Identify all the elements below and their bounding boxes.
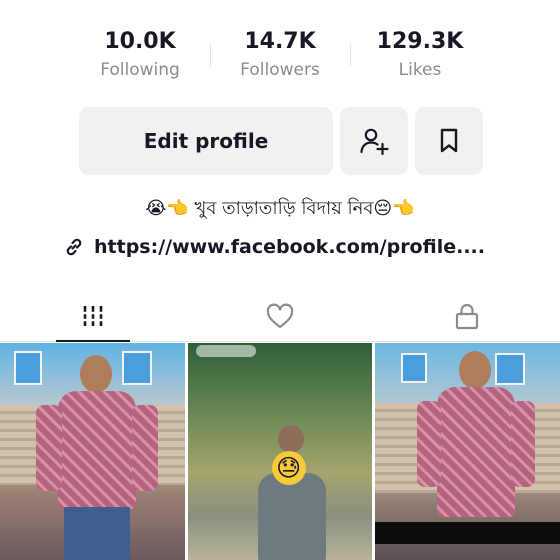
likes-stat[interactable]: 129.3K Likes [350, 28, 490, 88]
person-head [80, 355, 112, 393]
bookmark-icon [440, 128, 458, 153]
tab-videos[interactable] [0, 290, 187, 342]
favorites-button[interactable] [415, 107, 483, 175]
person-arm [132, 405, 158, 491]
followers-count: 14.7K [244, 29, 316, 54]
profile-tabs [0, 290, 560, 342]
thumbnail-badge [195, 345, 256, 357]
video-thumbnail[interactable] [0, 343, 185, 560]
add-person-icon [360, 128, 389, 156]
grid-bars-icon [81, 305, 105, 326]
tab-private[interactable] [373, 290, 560, 341]
profile-link-text: https://www.facebook.com/profile.... [94, 236, 485, 258]
followers-stat[interactable]: 14.7K Followers [210, 28, 350, 88]
person-jeans [64, 507, 130, 560]
likes-label: Likes [398, 60, 442, 80]
person-arm [511, 401, 536, 487]
link-icon [66, 238, 82, 256]
building-window [495, 353, 526, 385]
person-shirt [257, 473, 326, 560]
building-window [401, 353, 428, 383]
person-arm [417, 401, 442, 487]
profile-actions: Edit profile [79, 107, 483, 175]
following-label: Following [100, 60, 180, 80]
emoji-face: 😓 [271, 451, 306, 485]
followers-label: Followers [240, 60, 320, 80]
profile-link[interactable]: https://www.facebook.com/profile.... [64, 236, 485, 258]
likes-count: 129.3K [376, 29, 464, 54]
person-arm [36, 405, 62, 491]
person-head [459, 351, 492, 389]
building-window [14, 351, 42, 385]
person-shirt [58, 391, 136, 509]
add-friend-button[interactable] [340, 107, 408, 175]
building-window [122, 351, 152, 385]
profile-bio: 😭👈 খুব তাড়াতাড়ি বিদায় নিব😔👈 [145, 198, 415, 219]
person-shirt [437, 387, 516, 517]
video-thumbnail[interactable]: 😓 [187, 343, 373, 560]
profile-stats: 10.0K Following 14.7K Followers 129.3K L… [70, 28, 490, 88]
tab-liked[interactable] [187, 290, 374, 341]
video-thumbnail[interactable] [375, 343, 560, 560]
following-count: 10.0K [104, 29, 176, 54]
edit-profile-button[interactable]: Edit profile [79, 107, 333, 175]
following-stat[interactable]: 10.0K Following [70, 28, 210, 88]
lock-icon [455, 303, 478, 329]
heart-icon [266, 303, 294, 328]
video-grid: 😓 [0, 343, 560, 560]
black-bar [375, 522, 560, 544]
person-head [277, 425, 304, 453]
